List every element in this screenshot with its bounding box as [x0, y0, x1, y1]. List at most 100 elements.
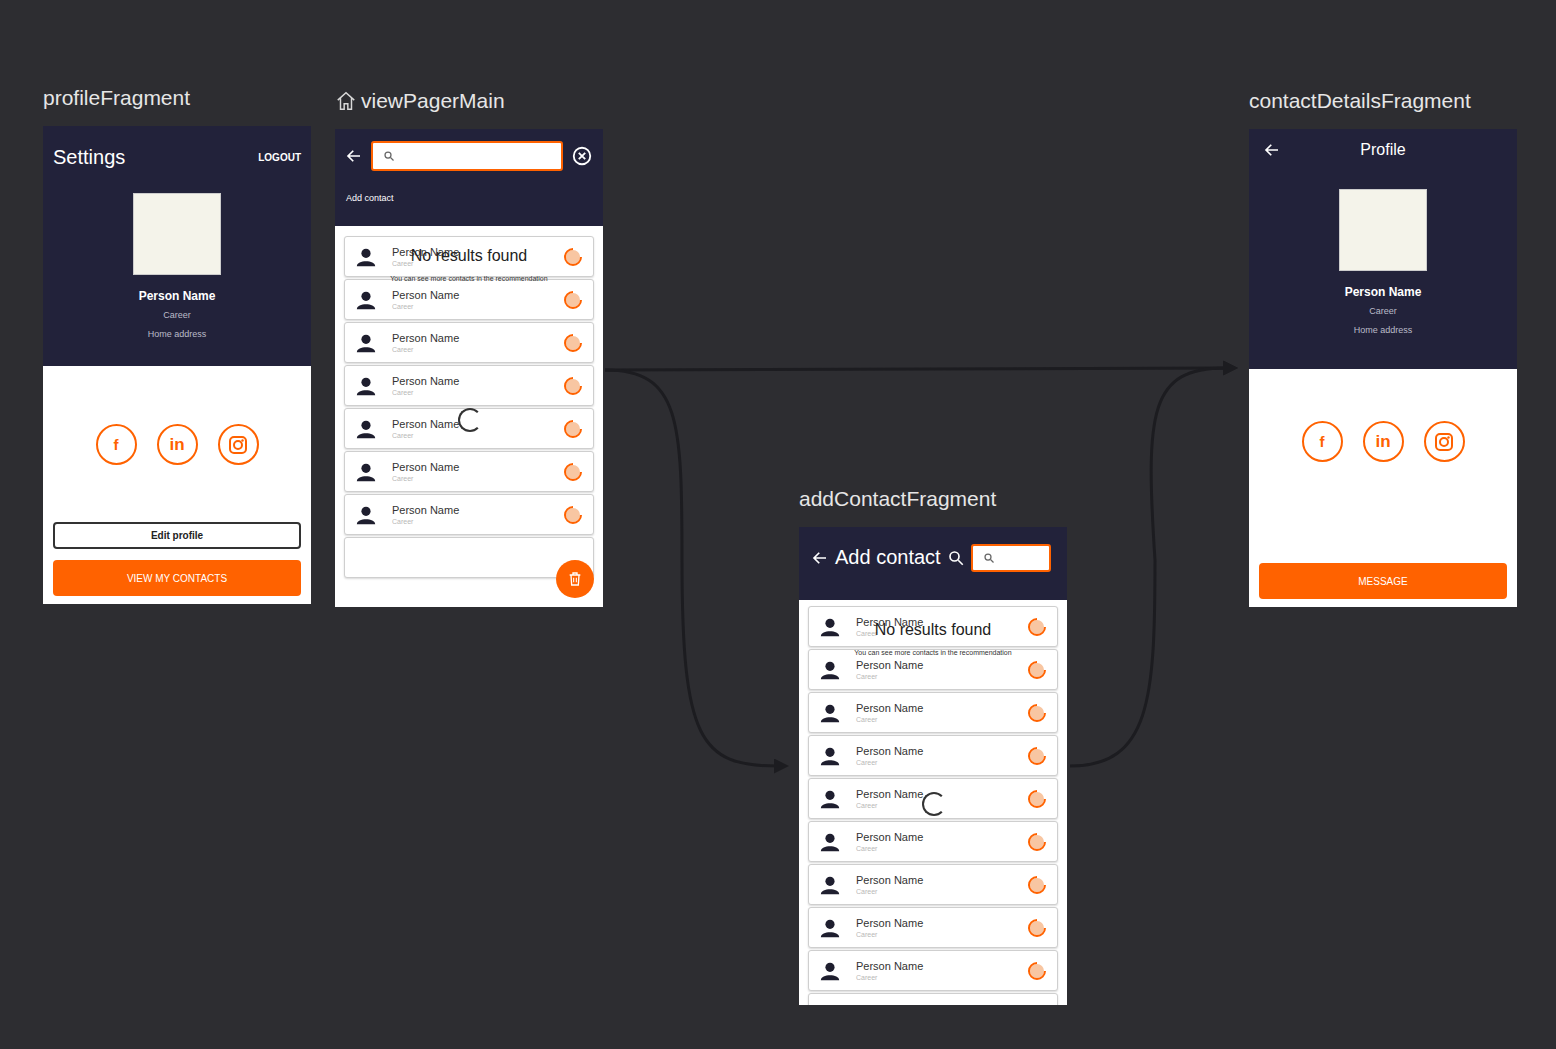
navigation-edge[interactable]	[605, 368, 1226, 370]
contact-name: Person Name	[856, 745, 1012, 757]
contact-details-node[interactable]: contactDetailsFragment Profile Person Na…	[1249, 87, 1517, 607]
person-career: Career	[1369, 306, 1397, 316]
navigation-edge[interactable]	[1070, 368, 1226, 766]
contact-name: Person Name	[392, 246, 548, 258]
contact-career: Career	[856, 802, 1012, 809]
person-icon	[355, 246, 377, 268]
loading-spinner	[458, 408, 482, 432]
logout-button[interactable]: LOGOUT	[258, 152, 301, 163]
contact-card[interactable]: Person Name Career	[344, 408, 594, 449]
contact-card	[808, 993, 1058, 1005]
search-icon	[983, 552, 995, 564]
add-contact-screen[interactable]: Add contact Person Name Career Person Na…	[799, 527, 1067, 1005]
status-icon[interactable]	[1027, 789, 1047, 809]
empty-state: No results found You can see more contac…	[335, 247, 603, 282]
status-icon[interactable]	[1027, 875, 1047, 895]
contact-card[interactable]: Person Name Career	[808, 950, 1058, 991]
view-pager-node[interactable]: viewPagerMain Add contact Person Name Ca…	[335, 87, 603, 607]
contact-card[interactable]: Person Name Career	[808, 735, 1058, 776]
status-icon[interactable]	[1027, 703, 1047, 723]
person-icon	[355, 375, 377, 397]
profile-screen[interactable]: Settings LOGOUT Person Name Career Home …	[43, 126, 311, 604]
contact-card[interactable]: Person Name Career	[344, 451, 594, 492]
social-row: fin	[53, 424, 301, 465]
person-icon	[355, 504, 377, 526]
instagram-icon[interactable]	[1424, 421, 1465, 462]
contact-name: Person Name	[856, 788, 1012, 800]
contact-career: Career	[856, 888, 1012, 895]
contact-card[interactable]: Person Name Career	[808, 907, 1058, 948]
contact-name: Person Name	[856, 960, 1012, 972]
linkedin-icon[interactable]: in	[157, 424, 198, 465]
search-icon	[383, 150, 395, 162]
contact-card[interactable]: Person Name Career	[808, 606, 1058, 647]
contact-card[interactable]: Person Name Career	[344, 494, 594, 535]
status-icon[interactable]	[563, 376, 583, 396]
contact-career: Career	[392, 303, 548, 310]
contact-name: Person Name	[856, 831, 1012, 843]
status-icon[interactable]	[1027, 961, 1047, 981]
navigation-edge[interactable]	[605, 370, 777, 766]
status-icon[interactable]	[563, 290, 583, 310]
screen-title: Settings	[53, 146, 125, 169]
profile-node[interactable]: profileFragment Settings LOGOUT Person N…	[43, 84, 311, 604]
details-header: Profile Person Name Career Home address	[1249, 129, 1517, 369]
contact-card[interactable]: Person Name Career	[344, 322, 594, 363]
person-icon	[819, 745, 841, 767]
contact-card[interactable]: Person Name Career	[344, 365, 594, 406]
search-header: Add contact	[335, 129, 603, 226]
contact-career: Career	[856, 673, 1012, 680]
contact-card[interactable]: Person Name Career	[808, 649, 1058, 690]
contact-career: Career	[392, 389, 548, 396]
status-icon[interactable]	[563, 333, 583, 353]
person-address: Home address	[148, 329, 207, 339]
search-field[interactable]	[971, 544, 1051, 572]
contact-career: Career	[392, 346, 548, 353]
home-icon	[335, 90, 357, 112]
person-career: Career	[163, 310, 191, 320]
back-arrow-icon[interactable]	[811, 549, 829, 567]
status-icon[interactable]	[563, 505, 583, 525]
facebook-icon[interactable]: f	[96, 424, 137, 465]
contact-card[interactable]: Person Name Career	[808, 864, 1058, 905]
status-icon[interactable]	[1027, 832, 1047, 852]
back-arrow-icon[interactable]	[1263, 141, 1281, 159]
add-contact-node[interactable]: addContactFragment Add contact Person Na…	[799, 485, 1067, 1005]
contact-name: Person Name	[856, 702, 1012, 714]
back-arrow-icon[interactable]	[345, 147, 363, 165]
contact-card[interactable]: Person Name Career	[808, 778, 1058, 819]
instagram-icon[interactable]	[218, 424, 259, 465]
contact-career: Career	[856, 759, 1012, 766]
status-icon[interactable]	[563, 247, 583, 267]
person-icon	[355, 289, 377, 311]
facebook-icon[interactable]: f	[1302, 421, 1343, 462]
search-field[interactable]	[371, 141, 563, 171]
contact-card[interactable]: Person Name Career	[344, 279, 594, 320]
status-icon[interactable]	[563, 419, 583, 439]
contact-list: Person Name Career Person Name Career Pe…	[335, 226, 603, 588]
delete-fab[interactable]	[556, 560, 594, 598]
contact-name: Person Name	[392, 504, 548, 516]
status-icon[interactable]	[563, 462, 583, 482]
clear-icon[interactable]	[571, 145, 593, 167]
avatar-image	[1339, 189, 1427, 271]
contact-card[interactable]: Person Name Career	[808, 692, 1058, 733]
message-button[interactable]: MESSAGE	[1259, 563, 1507, 599]
contact-card[interactable]: Person Name Career	[344, 236, 594, 277]
person-address: Home address	[1354, 325, 1413, 335]
status-icon[interactable]	[1027, 918, 1047, 938]
add-contact-tab[interactable]: Add contact	[345, 193, 593, 203]
contact-name: Person Name	[392, 289, 548, 301]
search-icon[interactable]	[947, 549, 965, 567]
contact-details-screen[interactable]: Profile Person Name Career Home address …	[1249, 129, 1517, 607]
status-icon[interactable]	[1027, 617, 1047, 637]
contact-card[interactable]: Person Name Career	[808, 821, 1058, 862]
status-icon[interactable]	[1027, 660, 1047, 680]
status-icon[interactable]	[1027, 746, 1047, 766]
add-contact-header: Add contact	[799, 527, 1067, 600]
linkedin-icon[interactable]: in	[1363, 421, 1404, 462]
view-pager-screen[interactable]: Add contact Person Name Career Person Na…	[335, 129, 603, 607]
contact-career: Career	[392, 432, 548, 439]
edit-profile-button[interactable]: Edit profile	[53, 522, 301, 549]
view-contacts-button[interactable]: VIEW MY CONTACTS	[53, 560, 301, 596]
